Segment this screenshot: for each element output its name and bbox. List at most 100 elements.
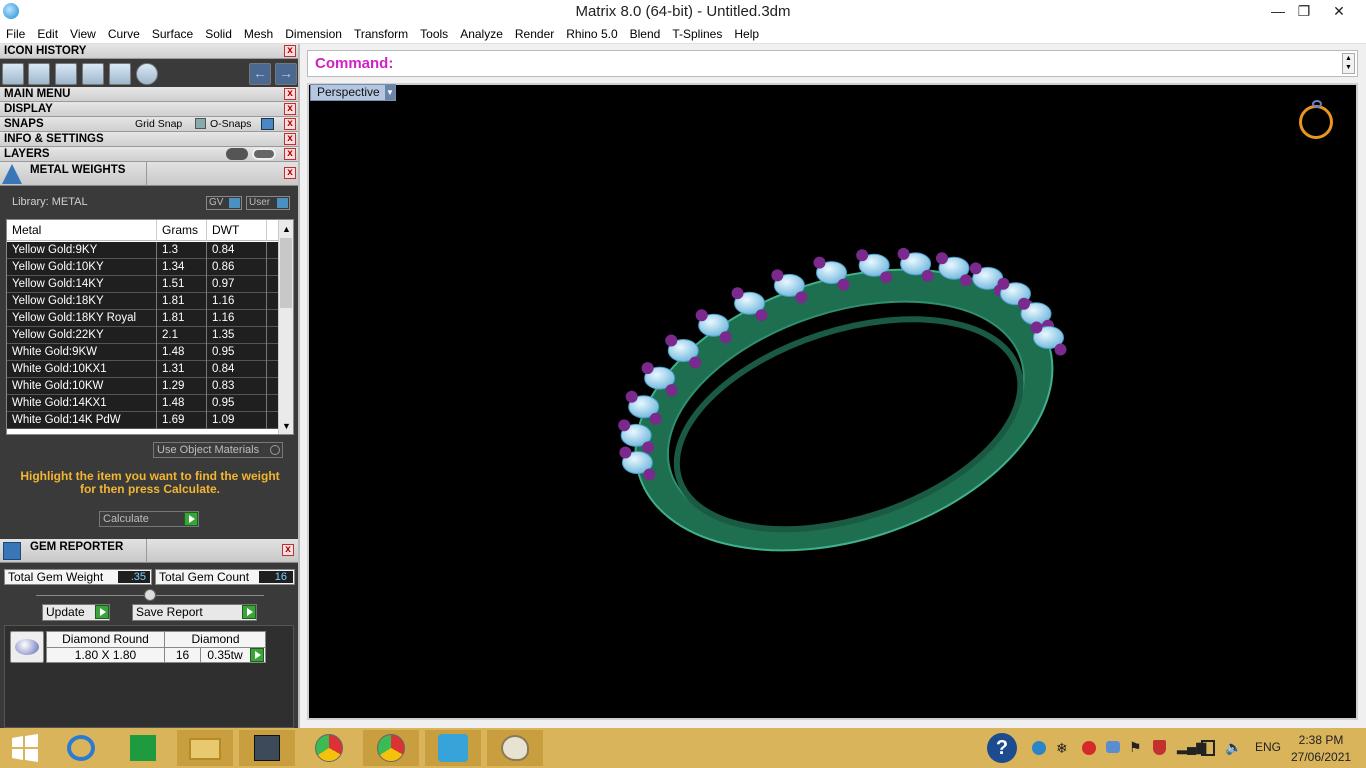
internet-explorer-icon[interactable] — [53, 730, 109, 766]
beats-icon[interactable] — [1082, 741, 1096, 755]
gem-reporter-header[interactable]: GEM REPORTER x — [0, 539, 298, 563]
table-row[interactable]: Yellow Gold:22KY 2.1 1.35 — [7, 327, 279, 344]
viewport-perspective[interactable] — [307, 83, 1358, 720]
close-icon[interactable]: x — [284, 118, 296, 130]
settings-icon[interactable] — [136, 63, 158, 85]
scroll-thumb[interactable] — [280, 238, 292, 308]
table-row[interactable]: White Gold:10KW 1.29 0.83 — [7, 378, 279, 395]
command-input[interactable] — [402, 54, 1332, 73]
shield-icon[interactable] — [1153, 740, 1166, 755]
close-icon[interactable]: x — [284, 45, 296, 57]
table-row[interactable]: Yellow Gold:10KY 1.34 0.86 — [7, 259, 279, 276]
display-header[interactable]: DISPLAY x — [0, 102, 298, 117]
menu-solid[interactable]: Solid — [199, 23, 238, 44]
clock-date[interactable]: 27/06/2021 — [1291, 750, 1351, 764]
chevron-down-icon[interactable]: ▼ — [385, 85, 395, 100]
save-icon[interactable] — [2, 63, 24, 85]
close-icon[interactable]: x — [284, 133, 296, 145]
forward-arrow-icon[interactable]: → — [275, 63, 297, 85]
close-icon[interactable]: x — [284, 167, 296, 179]
table-row[interactable]: White Gold:10KX1 1.31 0.84 — [7, 361, 279, 378]
menu-dimension[interactable]: Dimension — [279, 23, 348, 44]
save-report-button[interactable]: Save Report — [132, 604, 257, 621]
menu-transform[interactable]: Transform — [348, 23, 414, 44]
back-arrow-icon[interactable]: ← — [249, 63, 271, 85]
osnaps-toggle[interactable] — [261, 118, 274, 130]
help-icon[interactable]: ? — [987, 733, 1017, 763]
volume-icon[interactable]: 🔈 — [1225, 739, 1242, 756]
table-scrollbar[interactable]: ▲ ▼ — [278, 220, 293, 434]
gv-toggle[interactable]: GV — [206, 196, 242, 210]
close-icon[interactable]: x — [284, 148, 296, 160]
menu-rhino[interactable]: Rhino 5.0 — [560, 23, 623, 44]
flag-icon[interactable]: ⚑ — [1129, 739, 1142, 756]
metal-weights-header[interactable]: METAL WEIGHTS x — [0, 162, 298, 186]
menu-curve[interactable]: Curve — [102, 23, 146, 44]
menu-tools[interactable]: Tools — [414, 23, 454, 44]
play-arrow-icon[interactable] — [250, 648, 264, 662]
grid-snap-toggle[interactable] — [195, 118, 206, 129]
gem-icon[interactable] — [82, 63, 104, 85]
vectorworks-icon[interactable] — [425, 730, 481, 766]
layers-header[interactable]: LAYERS x — [0, 147, 298, 162]
menu-surface[interactable]: Surface — [146, 23, 199, 44]
ring-navigation-icon[interactable] — [1299, 100, 1333, 139]
table-row[interactable]: Yellow Gold:18KY 1.81 1.16 — [7, 293, 279, 310]
calculate-button[interactable]: Calculate — [99, 511, 199, 527]
store-icon[interactable] — [115, 730, 171, 766]
splitter-handle[interactable] — [144, 589, 156, 601]
paint-icon[interactable] — [487, 730, 543, 766]
diamond-round-icon[interactable] — [10, 631, 44, 663]
menu-tsplines[interactable]: T-Splines — [666, 23, 728, 44]
cloud-icon[interactable] — [1106, 741, 1120, 753]
close-icon[interactable]: x — [284, 103, 296, 115]
clock-time[interactable]: 2:38 PM — [1298, 733, 1344, 747]
file-explorer-icon[interactable] — [177, 730, 233, 766]
info-settings-header[interactable]: INFO & SETTINGS x — [0, 132, 298, 147]
restore-button[interactable]: ❐ — [1287, 0, 1321, 23]
gumball-icon[interactable] — [28, 63, 50, 85]
tray-app-icon[interactable] — [1032, 741, 1046, 755]
eye-icon[interactable] — [252, 148, 276, 160]
user-toggle[interactable]: User — [246, 196, 290, 210]
close-icon[interactable]: x — [284, 88, 296, 100]
viewport-tab[interactable]: Perspective ▼ — [310, 84, 396, 101]
menu-analyze[interactable]: Analyze — [454, 23, 509, 44]
table-row[interactable]: Yellow Gold:18KY Royal 1.81 1.16 — [7, 310, 279, 327]
snaps-header[interactable]: SNAPS Grid Snap O-Snaps x — [0, 117, 298, 132]
menu-render[interactable]: Render — [509, 23, 560, 44]
use-object-materials-toggle[interactable]: Use Object Materials — [153, 442, 283, 458]
table-row[interactable]: White Gold:14K PdW 1.69 1.09 — [7, 412, 279, 429]
menu-view[interactable]: View — [64, 23, 102, 44]
battery-icon[interactable] — [1201, 740, 1215, 756]
menu-blend[interactable]: Blend — [624, 23, 667, 44]
menu-mesh[interactable]: Mesh — [238, 23, 279, 44]
gem-row[interactable]: Diamond Round Diamond 1.80 X 1.80 16 0.3… — [46, 631, 266, 663]
table-row[interactable]: White Gold:9KW 1.48 0.95 — [7, 344, 279, 361]
document-icon[interactable] — [55, 63, 77, 85]
chrome-icon-2[interactable] — [363, 730, 419, 766]
language-indicator[interactable]: ENG — [1255, 740, 1281, 754]
update-button[interactable]: Update — [42, 604, 110, 621]
table-row[interactable]: White Gold:14KX1 1.48 0.95 — [7, 395, 279, 412]
snowflake-icon[interactable]: ❄ — [1056, 740, 1068, 757]
menu-help[interactable]: Help — [728, 23, 765, 44]
start-button[interactable] — [0, 730, 50, 766]
matrix-app-icon[interactable] — [239, 730, 295, 766]
main-menu-header[interactable]: MAIN MENU x — [0, 87, 298, 102]
table-row[interactable]: Yellow Gold:14KY 1.51 0.97 — [7, 276, 279, 293]
col-grams[interactable]: Grams — [157, 220, 207, 241]
menu-edit[interactable]: Edit — [31, 23, 64, 44]
scroll-down-icon[interactable]: ▼ — [282, 421, 291, 431]
icon-history-header[interactable]: ICON HISTORY x — [0, 44, 298, 59]
col-dwt[interactable]: DWT — [207, 220, 267, 241]
menu-file[interactable]: File — [0, 23, 31, 44]
table-row[interactable]: Yellow Gold:9KY 1.3 0.84 — [7, 242, 279, 259]
scroll-up-icon[interactable]: ▲ — [282, 224, 291, 234]
close-button[interactable]: ✕ — [1322, 0, 1356, 23]
layer-visibility-icon[interactable] — [226, 148, 248, 160]
col-metal[interactable]: Metal — [7, 220, 157, 241]
chrome-icon[interactable] — [301, 730, 357, 766]
command-history-scroller[interactable]: ▲ ▼ — [1342, 53, 1355, 74]
close-icon[interactable]: x — [282, 544, 294, 556]
